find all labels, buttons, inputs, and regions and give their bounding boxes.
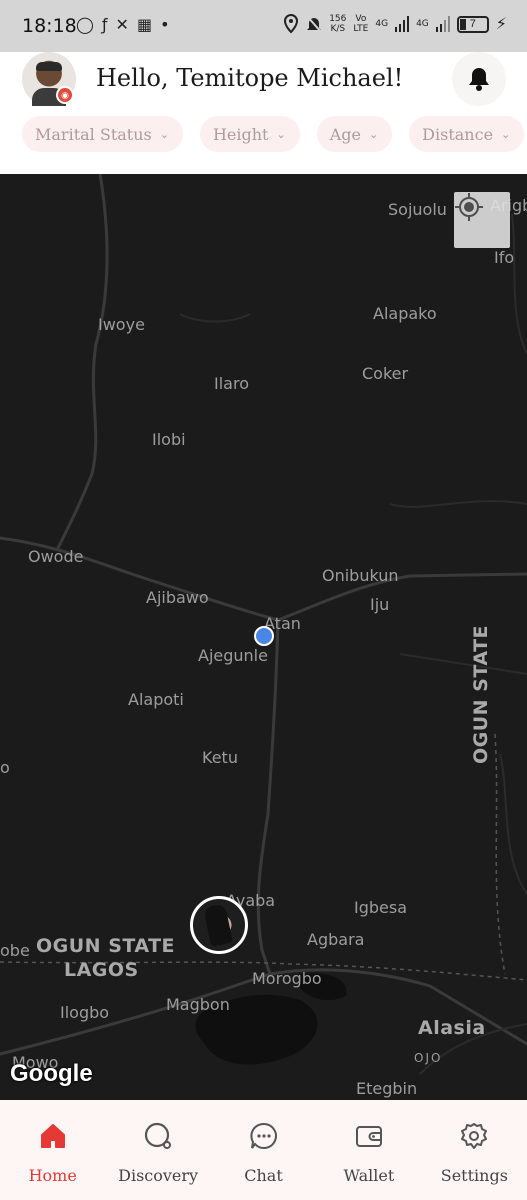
- profile-map-pin[interactable]: [190, 896, 248, 954]
- place-sojuolu: Sojuolu: [388, 200, 447, 219]
- signal-icon-2: [435, 16, 450, 32]
- my-location-button[interactable]: [454, 192, 510, 248]
- camera-icon[interactable]: ◉: [56, 86, 74, 104]
- discovery-icon: [145, 1122, 172, 1149]
- place-igbesa: Igbesa: [354, 898, 408, 917]
- place-ilogbo: Ilogbo: [60, 1003, 110, 1022]
- nav-label: Home: [28, 1166, 77, 1185]
- filter-label: Distance: [422, 124, 494, 144]
- chevron-down-icon: ⌄: [159, 127, 169, 141]
- place-magbon: Magbon: [166, 995, 230, 1014]
- system-icons: 156 K/S Vo LTE 4G 4G 7 ⚡: [283, 14, 507, 34]
- place-iju: Iju: [370, 595, 390, 614]
- header: ◉ Hello, Temitope Michael! Marital Statu…: [0, 52, 527, 174]
- chevron-down-icon: ⌄: [276, 127, 286, 141]
- place-ifo: Ifo: [494, 248, 515, 267]
- place-ketu: Ketu: [202, 748, 238, 767]
- place-ajibawo: Ajibawo: [146, 588, 209, 607]
- place-alapako: Alapako: [373, 304, 437, 323]
- filter-bar: Marital Status ⌄ Height ⌄ Age ⌄ Distance…: [22, 116, 525, 152]
- place-etegbin: Etegbin: [356, 1079, 418, 1098]
- more-notifications-icon: •: [160, 15, 170, 34]
- filter-distance[interactable]: Distance ⌄: [409, 116, 525, 152]
- network-type-2: 4G: [416, 19, 429, 29]
- filter-label: Marital Status: [35, 124, 152, 144]
- location-icon: [284, 14, 299, 34]
- nav-home[interactable]: Home: [0, 1100, 105, 1200]
- place-morogbo: Morogbo: [252, 969, 322, 988]
- nav-chat[interactable]: Chat: [211, 1100, 316, 1200]
- place-ilaro: Ilaro: [214, 374, 249, 393]
- nav-label: Chat: [244, 1166, 283, 1185]
- wallet-icon: [355, 1126, 382, 1147]
- place-agbara: Agbara: [307, 930, 365, 949]
- status-bar: 18:18 ◯ ƒ ✕ ▦ • 156 K/S Vo LTE 4G 4G 7 ⚡: [0, 0, 527, 52]
- state-label-ogun: OGUN STATE: [36, 935, 176, 957]
- place-iwoye: Iwoye: [98, 315, 145, 334]
- filter-age[interactable]: Age ⌄: [316, 116, 393, 152]
- network-type-1: 4G: [375, 19, 389, 29]
- battery-level: 7: [469, 17, 476, 30]
- greeting-title: Hello, Temitope Michael!: [96, 64, 404, 92]
- charging-icon: ⚡: [495, 14, 507, 33]
- place-owode: Owode: [28, 547, 84, 566]
- nav-settings[interactable]: Settings: [422, 1100, 527, 1200]
- place-coker: Coker: [362, 364, 409, 383]
- x-icon: ✕: [115, 15, 129, 34]
- nav-wallet[interactable]: Wallet: [316, 1100, 421, 1200]
- filter-label: Height: [212, 124, 269, 144]
- state-label-vertical: OGUN STATE: [470, 624, 492, 764]
- google-logo: Google: [10, 1060, 93, 1087]
- mute-bell-icon: [306, 15, 322, 33]
- nav-label: Wallet: [343, 1166, 395, 1185]
- nav-discovery[interactable]: Discovery: [105, 1100, 210, 1200]
- notifications-button[interactable]: [452, 52, 506, 106]
- grid-app-icon: ▦: [136, 15, 153, 34]
- place-alasia: Alasia: [418, 1017, 486, 1039]
- app-notification-icon: ƒ: [101, 15, 108, 34]
- status-time: 18:18: [22, 15, 77, 37]
- nav-label: Settings: [440, 1166, 508, 1185]
- place-o-edge: o: [0, 758, 10, 777]
- chevron-down-icon: ⌄: [501, 127, 511, 141]
- battery-icon: 7: [456, 15, 489, 33]
- chevron-down-icon: ⌄: [368, 127, 379, 141]
- filter-marital-status[interactable]: Marital Status ⌄: [22, 116, 183, 152]
- state-label-lagos: LAGOS: [64, 959, 139, 981]
- place-ajegunle: Ajegunle: [198, 646, 268, 665]
- volte-indicator: Vo LTE: [353, 14, 369, 34]
- chat-icon: [249, 1122, 277, 1149]
- filter-label: Age: [329, 124, 361, 144]
- signal-icon: [395, 16, 410, 32]
- map-view[interactable]: Sojuolu Arigb Ifo Iwoye Alapako Coker Il…: [0, 174, 527, 1100]
- bottom-nav: Home Discovery Chat Wallet Settings: [0, 1100, 527, 1200]
- notification-icons: ◯ ƒ ✕ ▦ •: [76, 15, 170, 35]
- whatsapp-icon: ◯: [76, 15, 94, 34]
- user-location-marker: [254, 626, 274, 646]
- bell-icon: [469, 68, 489, 91]
- place-alapoti: Alapoti: [128, 690, 184, 709]
- place-onibukun: Onibukun: [322, 566, 399, 585]
- gear-icon: [461, 1123, 488, 1149]
- network-speed: 156 K/S: [329, 14, 347, 34]
- filter-height[interactable]: Height ⌄: [199, 116, 300, 152]
- nav-label: Discovery: [118, 1166, 199, 1185]
- home-icon: [40, 1124, 65, 1148]
- place-obe: obe: [0, 941, 30, 960]
- crosshair-icon: [455, 193, 483, 221]
- place-ilobi: Ilobi: [152, 430, 186, 449]
- place-ojo: OJO: [414, 1051, 443, 1065]
